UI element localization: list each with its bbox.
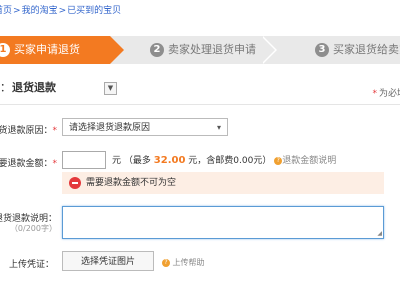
upload-label: 上传凭证： (8, 260, 54, 270)
step-number: 3 (315, 43, 329, 57)
breadcrumb-separator: > (13, 6, 21, 16)
chevron-down-icon: ▾ (216, 123, 221, 132)
required-note-text: 为必填 (378, 89, 400, 99)
help-icon: ? (162, 259, 170, 267)
amount-unit: 元 (112, 156, 122, 166)
refund-amount-help-link[interactable]: 退款金额说明 (282, 156, 336, 166)
breadcrumb-separator: > (58, 6, 67, 16)
required-star: * (52, 126, 58, 136)
upload-evidence-button[interactable]: 选择凭证图片 (62, 251, 154, 271)
description-counter: （0/200字） (9, 224, 57, 233)
amount-hint: 元 （最多 32.00 元，含邮费0.00元） ? 退款金额说明 (112, 153, 336, 166)
upload-help: ? 上传帮助 (162, 257, 205, 268)
step-arrow (261, 36, 275, 64)
service-type-label: ： (0, 81, 11, 94)
amount-label-text: 需要退款金额： (0, 159, 53, 169)
description-textarea[interactable]: ◢ (62, 206, 384, 239)
resize-handle-icon[interactable]: ◢ (377, 231, 382, 237)
amount-max-suffix: 元，含邮费0.00元） (188, 156, 272, 166)
error-text: 需要退款金额不可为空 (86, 178, 177, 188)
required-star: * (372, 89, 377, 99)
step-number: 2 (150, 43, 164, 57)
step-arrow (110, 36, 124, 64)
amount-max-value: 32.00 (153, 155, 186, 166)
reason-select[interactable]: 请选择退货退款原因 ▾ (62, 118, 228, 136)
step-buyer-return: 3 买家退货给卖家 (275, 36, 400, 64)
error-message: 需要退款金额不可为空 (62, 172, 384, 194)
step-label: 买家退货给卖家 (333, 43, 400, 56)
reason-label: 退货退款原因：* (0, 123, 57, 136)
step-buyer-apply: 1 买家申请退货 (0, 36, 110, 64)
service-type-value: 退货退款 (12, 81, 56, 94)
amount-label: 需要退款金额：* (0, 156, 57, 169)
breadcrumb-link-purchased[interactable]: 已买到的宝贝 (67, 6, 121, 16)
breadcrumb: 首页>我的淘宝>已买到的宝贝 (0, 4, 121, 18)
step-number: 1 (0, 43, 10, 57)
required-note: *为必填 (372, 86, 400, 99)
breadcrumb-link-my-taobao[interactable]: 我的淘宝 (22, 6, 58, 16)
reason-select-value: 请选择退货退款原因 (69, 123, 151, 133)
triangle-down-icon[interactable]: ▼ (104, 82, 117, 95)
step-label: 卖家处理退货申请 (168, 43, 256, 56)
divider (0, 104, 400, 105)
minus-circle-icon (69, 177, 81, 189)
refund-amount-input[interactable] (62, 151, 106, 169)
reason-label-text: 退货退款原因： (0, 126, 53, 136)
progress-steps: 2 卖家处理退货申请 3 买家退货给卖家 1 买家申请退货 (0, 36, 400, 64)
step-seller-process: 2 卖家处理退货申请 (110, 36, 275, 64)
step-label: 买家申请退货 (14, 43, 80, 56)
upload-help-link[interactable]: 上传帮助 (173, 258, 205, 267)
amount-max-prefix: （最多 (123, 156, 151, 166)
breadcrumb-link-home[interactable]: 首页 (0, 6, 12, 16)
required-star: * (52, 159, 58, 169)
